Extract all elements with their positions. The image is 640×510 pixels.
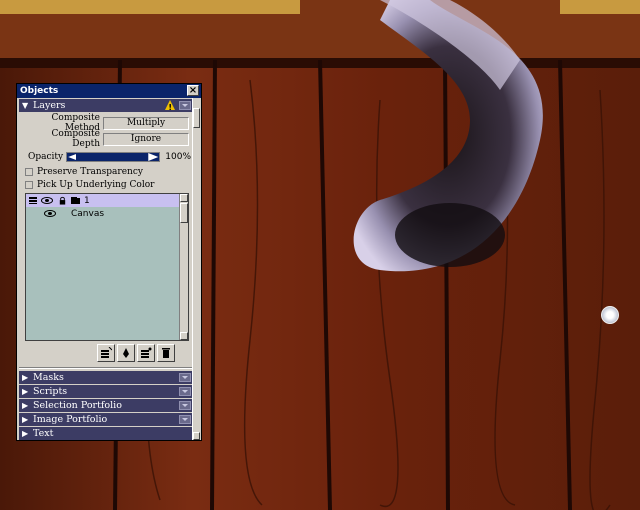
layer-tools bbox=[21, 341, 191, 365]
section-menu-button[interactable] bbox=[179, 401, 191, 410]
close-icon[interactable]: × bbox=[187, 85, 199, 96]
dynamic-plugins-button[interactable] bbox=[117, 344, 135, 362]
triangle-right-icon: ▶ bbox=[22, 387, 29, 396]
composite-depth-select[interactable]: Ignore bbox=[103, 132, 189, 146]
triangle-right-icon: ▶ bbox=[22, 429, 29, 438]
layer-commands-button[interactable] bbox=[137, 344, 155, 362]
warning-mark-icon: ! bbox=[168, 103, 172, 112]
delete-layer-button[interactable] bbox=[157, 344, 175, 362]
section-header-layers[interactable]: ▼ Layers ! bbox=[19, 99, 193, 112]
section-label: Masks bbox=[33, 372, 64, 383]
layers-panel: Composite Method Multiply Composite Dept… bbox=[19, 113, 193, 365]
opacity-value: 100% bbox=[165, 152, 191, 162]
triangle-right-icon: ▶ bbox=[22, 401, 29, 410]
objects-palette[interactable]: Objects × ▼ Layers ! Composite Method Mu… bbox=[16, 83, 202, 441]
layer-list-scrollbar[interactable] bbox=[179, 194, 188, 340]
section-header-selection-portfolio[interactable]: ▶ Selection Portfolio bbox=[19, 399, 193, 412]
brush-cursor-icon bbox=[601, 306, 619, 324]
scroll-up-icon[interactable] bbox=[180, 194, 188, 202]
layer-name: 1 bbox=[84, 195, 90, 206]
triangle-right-icon: ▶ bbox=[22, 415, 29, 424]
lock-icon[interactable] bbox=[58, 196, 68, 205]
section-menu-button[interactable] bbox=[179, 373, 191, 382]
pick-up-color-checkbox[interactable] bbox=[25, 180, 33, 189]
scroll-thumb[interactable] bbox=[193, 108, 200, 128]
scroll-down-icon[interactable] bbox=[193, 432, 200, 440]
preserve-transparency-row[interactable]: Preserve Transparency bbox=[21, 165, 191, 178]
layer-row-1[interactable]: 1 bbox=[26, 194, 188, 207]
section-label: Scripts bbox=[33, 386, 68, 397]
layer-row-canvas[interactable]: Canvas bbox=[26, 207, 188, 220]
trash-icon bbox=[162, 348, 170, 358]
section-menu-button[interactable] bbox=[179, 101, 191, 110]
section-label: Selection Portfolio bbox=[33, 400, 122, 411]
section-menu-button[interactable] bbox=[179, 415, 191, 424]
eye-icon[interactable] bbox=[41, 197, 53, 204]
section-header-image-portfolio[interactable]: ▶ Image Portfolio bbox=[19, 413, 193, 426]
layer-commands-icon bbox=[141, 347, 152, 358]
layer-stack-icon bbox=[28, 196, 38, 205]
preserve-transparency-label: Preserve Transparency bbox=[37, 166, 143, 177]
section-label: Text bbox=[33, 428, 54, 439]
dynamic-plugins-icon bbox=[123, 348, 129, 358]
section-menu-button[interactable] bbox=[179, 387, 191, 396]
composite-depth-label: Composite Depth bbox=[51, 129, 100, 149]
preserve-transparency-checkbox[interactable] bbox=[25, 167, 33, 176]
palette-titlebar[interactable]: Objects × bbox=[17, 84, 201, 98]
palette-scrollbar[interactable] bbox=[192, 98, 200, 440]
pick-up-color-row[interactable]: Pick Up Underlying Color bbox=[21, 178, 191, 191]
scroll-down-icon[interactable] bbox=[180, 332, 188, 340]
eye-icon[interactable] bbox=[44, 210, 56, 217]
composite-depth-row: Composite Depth Ignore bbox=[21, 129, 191, 149]
new-layer-icon bbox=[101, 347, 112, 358]
new-layer-button[interactable] bbox=[97, 344, 115, 362]
opacity-slider[interactable] bbox=[66, 152, 161, 162]
layer-name: Canvas bbox=[71, 208, 105, 219]
section-header-masks[interactable]: ▶ Masks bbox=[19, 371, 193, 384]
slider-left-arrow-icon[interactable] bbox=[68, 154, 77, 160]
section-label: Image Portfolio bbox=[33, 414, 108, 425]
composite-method-select[interactable]: Multiply bbox=[103, 116, 189, 130]
palette-title: Objects bbox=[20, 86, 59, 96]
layer-thumb-icon bbox=[71, 196, 81, 205]
pick-up-color-label: Pick Up Underlying Color bbox=[37, 179, 155, 190]
divider bbox=[19, 367, 193, 369]
slider-thumb-icon[interactable] bbox=[148, 153, 159, 161]
scroll-thumb[interactable] bbox=[180, 203, 188, 223]
opacity-label: Opacity bbox=[28, 152, 64, 162]
section-header-text[interactable]: ▶ Text bbox=[19, 427, 193, 440]
triangle-right-icon: ▶ bbox=[22, 373, 29, 382]
section-header-scripts[interactable]: ▶ Scripts bbox=[19, 385, 193, 398]
layers-header-label: Layers bbox=[33, 100, 66, 111]
opacity-row: Opacity 100% bbox=[21, 149, 191, 165]
triangle-down-icon: ▼ bbox=[22, 101, 29, 110]
layer-list[interactable]: 1 Canvas bbox=[25, 193, 189, 341]
